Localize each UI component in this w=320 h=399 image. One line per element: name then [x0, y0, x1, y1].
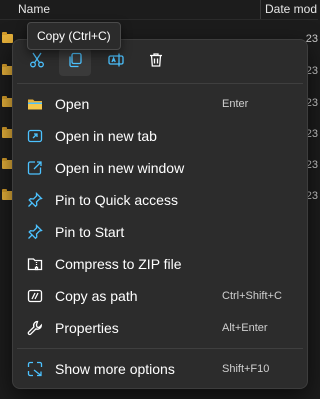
rename-icon: [107, 51, 125, 74]
show-more-icon: [27, 361, 43, 377]
new-window-icon: [27, 160, 43, 176]
menu-item-shortcut: Ctrl+Shift+C: [222, 290, 282, 302]
folder-open-icon: [27, 96, 43, 112]
menu-item-shortcut: Shift+F10: [222, 363, 270, 375]
menu-item-label: Compress to ZIP file: [55, 256, 182, 272]
column-divider[interactable]: [260, 0, 261, 19]
menu-item-shortcut: Enter: [222, 98, 249, 110]
scissors-icon: [28, 51, 46, 74]
menu-separator: [17, 348, 303, 349]
row-date: 23: [305, 33, 318, 45]
menu-item-shortcut: Alt+Enter: [222, 322, 268, 334]
column-header: Name Date mod: [0, 0, 318, 20]
menu-item-pin-quick-access[interactable]: Pin to Quick access: [17, 185, 303, 215]
pin-icon: [27, 192, 43, 208]
menu-item-open[interactable]: Open Enter: [17, 89, 303, 119]
trash-icon: [147, 51, 165, 74]
copy-tooltip: Copy (Ctrl+C): [27, 22, 121, 50]
folder-icon: [2, 32, 13, 43]
menu-separator: [17, 83, 303, 84]
pin-icon: [27, 224, 43, 240]
new-tab-icon: [27, 128, 43, 144]
cut-button[interactable]: [21, 48, 53, 76]
column-name-header[interactable]: Name: [18, 2, 50, 16]
menu-item-pin-start[interactable]: Pin to Start: [17, 217, 303, 247]
copy-icon: [66, 51, 84, 74]
menu-item-copy-as-path[interactable]: Copy as path Ctrl+Shift+C: [17, 281, 303, 311]
wrench-icon: [27, 320, 43, 336]
menu-item-compress-zip[interactable]: Compress to ZIP file: [17, 249, 303, 279]
menu-item-show-more-options[interactable]: Show more options Shift+F10: [17, 354, 303, 384]
menu-item-label: Copy as path: [55, 288, 138, 304]
rename-button[interactable]: [100, 48, 132, 76]
menu-item-label: Open in new tab: [55, 128, 157, 144]
menu-item-label: Pin to Start: [55, 224, 125, 240]
menu-item-label: Pin to Quick access: [55, 192, 178, 208]
column-date-header[interactable]: Date mod: [265, 2, 317, 16]
menu-item-properties[interactable]: Properties Alt+Enter: [17, 313, 303, 343]
tooltip-text: Copy (Ctrl+C): [37, 29, 111, 43]
menu-item-open-new-window[interactable]: Open in new window: [17, 153, 303, 183]
menu-item-label: Show more options: [55, 361, 175, 377]
copy-button[interactable]: [59, 48, 91, 76]
menu-item-label: Properties: [55, 320, 119, 336]
context-menu: Open Enter Open in new tab Open in new w…: [12, 39, 308, 389]
menu-item-open-new-tab[interactable]: Open in new tab: [17, 121, 303, 151]
menu-item-label: Open in new window: [55, 160, 185, 176]
zip-folder-icon: [27, 256, 43, 272]
delete-button[interactable]: [140, 48, 172, 76]
menu-item-label: Open: [55, 96, 90, 112]
copy-path-icon: [27, 288, 43, 304]
